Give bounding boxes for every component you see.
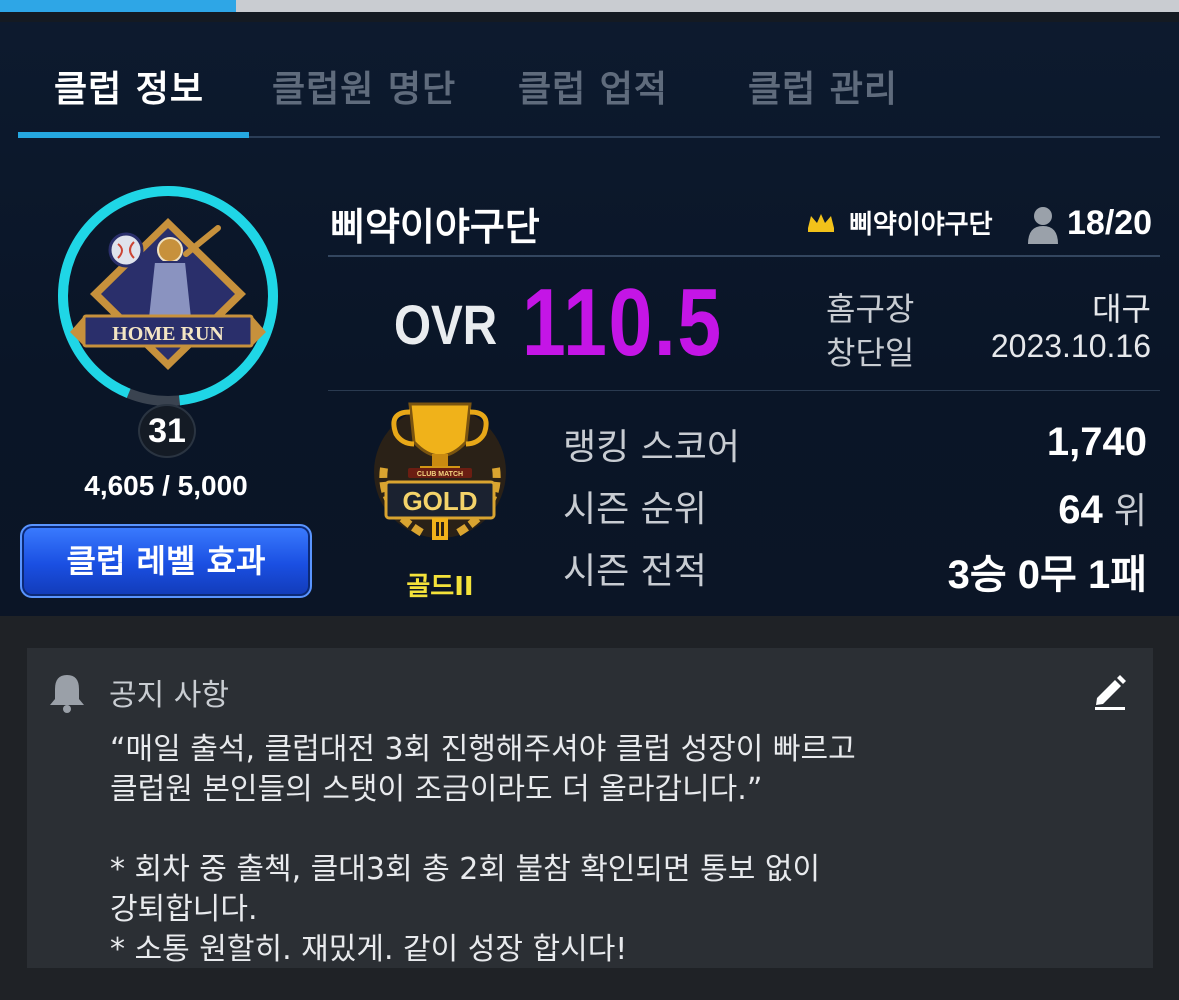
club-level-badge: 31: [138, 404, 196, 458]
club-level-effect-button[interactable]: 클럽 레벨 효과: [20, 524, 312, 598]
divider: [328, 390, 1160, 391]
divider: [328, 255, 1160, 257]
season-rank-unit: 위: [1113, 490, 1147, 531]
club-leader-name: 삐약이야구단: [849, 210, 993, 240]
season-rank-value: 64: [1058, 488, 1103, 532]
bell-icon: [50, 675, 84, 713]
ovr-label: OVR: [394, 293, 498, 356]
notice-body: “매일 출석, 클럽대전 3회 진행해주셔야 클럽 성장이 빠르고 클럽원 본인…: [110, 732, 856, 967]
season-rank: 64 위: [1058, 482, 1147, 534]
tab-member-list[interactable]: 클럽원 명단: [272, 60, 456, 112]
notice-title: 공지 사항: [109, 678, 229, 713]
pencil-icon[interactable]: [1093, 672, 1127, 710]
tier-badge-icon: CLUB MATCH GOLD: [374, 402, 506, 540]
tab-bar: 클럽 정보 클럽원 명단 클럽 업적 클럽 관리: [18, 48, 1160, 138]
top-progress-bar: [0, 0, 1179, 12]
home-stadium-label: 홈구장: [826, 290, 915, 328]
crown-icon: [808, 214, 834, 232]
ovr-value: 110.5: [522, 269, 723, 376]
tab-club-info[interactable]: 클럽 정보: [54, 60, 204, 112]
tier-badge-subtext: CLUB MATCH: [417, 471, 463, 478]
club-name: 삐약이야구단: [330, 205, 540, 249]
emblem-text: HOME RUN: [112, 323, 224, 345]
home-stadium-value: 대구: [1092, 291, 1151, 327]
ranking-score-value: 1,740: [1046, 420, 1147, 464]
founded-date-value: 2023.10.16: [990, 328, 1151, 364]
tier-label: 골드II: [406, 572, 474, 602]
top-strip: [0, 12, 1179, 22]
tab-management[interactable]: 클럽 관리: [748, 60, 898, 112]
tab-active-indicator: [18, 132, 249, 138]
ranking-score-label: 랭킹 스코어: [563, 427, 741, 468]
tier-badge-text: GOLD: [402, 486, 477, 516]
club-exp: 4,605 / 5,000: [84, 470, 248, 501]
founded-date-label: 창단일: [826, 334, 915, 372]
club-emblem[interactable]: HOME RUN: [52, 180, 284, 412]
season-record-value: 3승 0무 1패: [947, 553, 1147, 597]
season-record-label: 시즌 전적: [563, 551, 707, 592]
season-rank-label: 시즌 순위: [563, 489, 707, 530]
tab-achievements[interactable]: 클럽 업적: [518, 60, 668, 112]
person-icon: [1028, 207, 1058, 244]
member-count: 18/20: [1067, 204, 1153, 242]
notice-panel: 공지 사항 “매일 출석, 클럽대전 3회 진행해주셔야 클럽 성장이 빠르고 …: [27, 648, 1153, 968]
